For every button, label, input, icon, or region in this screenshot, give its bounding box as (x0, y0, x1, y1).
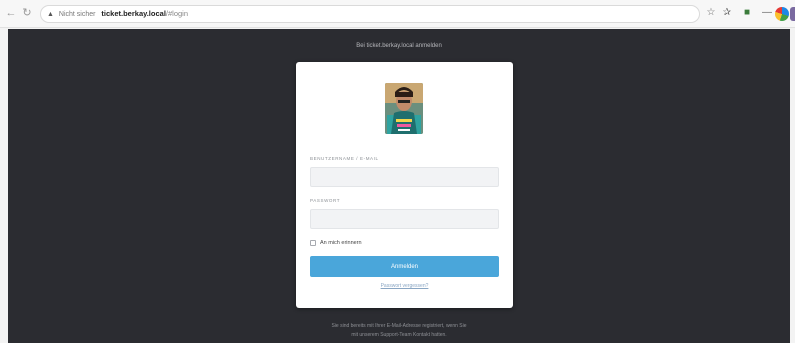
url-host[interactable]: ticket.berkay.local (101, 9, 165, 18)
remember-me[interactable]: An mich erinnern (310, 238, 362, 248)
footer-line-1: Sie sind bereits mit Ihrer E-Mail-Adress… (331, 323, 467, 329)
url-path[interactable]: /#login (166, 9, 188, 18)
browser-profile-icon[interactable] (775, 7, 789, 21)
extension-icon[interactable]: ■ (740, 6, 754, 20)
login-card: Benutzername / E-Mail Passwort An mich e… (296, 62, 513, 308)
profile-avatar-edge[interactable] (790, 7, 795, 21)
bookmark-star-icon[interactable]: ☆ (704, 6, 718, 20)
back-arrow-icon[interactable]: ← (4, 6, 18, 20)
username-input[interactable] (310, 167, 499, 187)
forgot-password-link[interactable]: Passwort vergessen? (296, 283, 513, 289)
password-input[interactable] (310, 209, 499, 229)
footer-note: Sie sind bereits mit Ihrer E-Mail-Adress… (8, 322, 790, 340)
warning-icon[interactable]: ▲ (47, 7, 54, 22)
reload-icon[interactable]: ↻ (20, 6, 34, 20)
security-label[interactable]: Nicht sicher (59, 11, 96, 18)
page-heading: Bei ticket.berkay.local anmelden (356, 43, 442, 49)
address-bar[interactable]: ▲ Nicht sicher ticket.berkay.local/#logi… (40, 5, 700, 23)
footer-line-2: mit unserem Support-Team Kontakt hatten. (351, 332, 447, 338)
remember-label[interactable]: An mich erinnern (320, 240, 362, 246)
login-button[interactable]: Anmelden (310, 256, 499, 277)
username-label: Benutzername / E-Mail (310, 156, 379, 161)
browser-toolbar: ← ↻ ▲ Nicht sicher ticket.berkay.local/#… (0, 0, 795, 28)
remember-checkbox[interactable] (310, 240, 316, 246)
favorites-icon[interactable]: ✰ (720, 6, 734, 20)
more-menu-icon[interactable]: — (760, 6, 774, 20)
avatar-portrait-icon (385, 83, 423, 134)
password-label: Passwort (310, 198, 341, 203)
logo-avatar (385, 83, 423, 134)
login-page: Bei ticket.berkay.local anmelden Benutze… (8, 29, 790, 343)
